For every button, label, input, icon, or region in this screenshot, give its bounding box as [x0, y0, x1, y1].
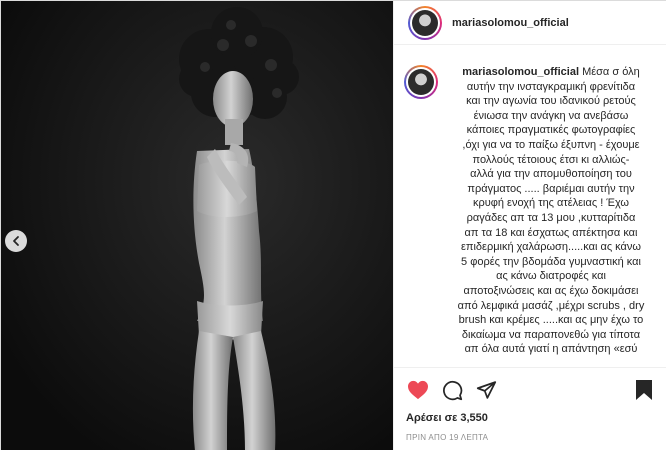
caption-line: απ όλα αυτά γιατί η απάντηση «εσύ: [464, 343, 638, 356]
caption-line: ας κάνω διατροφές και: [496, 270, 606, 283]
caption-line: πολλούς τέτοιους έτσι κι αλλιώς-: [472, 153, 630, 166]
avatar-ring: [406, 67, 436, 97]
post-side-panel: mariasolomou_official mariasolomou_offic…: [393, 1, 666, 450]
caption-line: ένιωσα την ανάγκη να ανεβάσω: [473, 109, 629, 122]
caption-line: και την αγωνία του ιδανικού ρετούς: [466, 95, 636, 108]
header-username[interactable]: mariasolomou_official: [452, 17, 569, 29]
caption-line: δικαίωμα να παραπονεθώ για τίποτα: [461, 328, 641, 341]
avatar-image: [408, 69, 434, 95]
post-header: mariasolomou_official: [394, 1, 666, 45]
caption-line: απ τα 18 και έσχατως απέκτησα και: [464, 226, 638, 239]
likes-count[interactable]: Αρέσει σε 3,550: [406, 412, 656, 424]
save-button[interactable]: [632, 378, 656, 402]
comment-button[interactable]: [440, 378, 464, 402]
caption-line: από λεμφικά μασάζ ,μέχρι scrubs , dry: [457, 299, 645, 312]
caption-line: κάποιες πραγματικές φωτογραφίες: [466, 124, 636, 137]
caption-line-first: mariasolomou_official Μέσα σ όλη: [448, 65, 654, 80]
caption-line: Μέσα σ όλη: [582, 66, 640, 78]
woman-photo-illustration: [1, 1, 393, 450]
post-actions: Αρέσει σε 3,550 ΠΡΙΝ ΑΠΟ 19 ΛΕΠΤΑ: [394, 367, 666, 442]
caption-line: 5 φορές την βδομάδα γυμναστική και: [461, 255, 641, 268]
caption-line: πράγματος ..... βαριέμαι αυτήν την: [467, 182, 635, 195]
chevron-left-icon: [13, 236, 19, 246]
caption-line: brush και κρέμες .....και ας μην έχω το: [458, 314, 644, 327]
previous-photo-button[interactable]: [5, 230, 27, 252]
caption-line: ,όχι για να το παίξω έξυπνη - έχουμε: [462, 138, 640, 151]
caption-username[interactable]: mariasolomou_official: [462, 66, 579, 78]
caption-avatar[interactable]: [404, 65, 438, 99]
post-timestamp[interactable]: ΠΡΙΝ ΑΠΟ 19 ΛΕΠΤΑ: [406, 433, 656, 442]
caption-line: αλλά για την απομυθοποίηση του: [470, 168, 632, 181]
instagram-post: mariasolomou_official mariasolomou_offic…: [0, 0, 666, 450]
share-icon: [476, 381, 496, 399]
caption-line: κρυφή ενοχή της ατέλειας ! Έχω: [472, 197, 630, 210]
share-button[interactable]: [474, 378, 498, 402]
caption-line: αυτήν την ινσταγκραμική φρενίτιδα: [466, 80, 636, 93]
action-icons-row: [406, 378, 656, 402]
avatar-ring: [410, 7, 440, 38]
like-button[interactable]: [406, 378, 430, 402]
caption-area: mariasolomou_official Μέσα σ όλη αυτήν τ…: [394, 55, 666, 367]
caption-line: ραγάδες απ τα 13 μου ,κυτταρίτιδα: [466, 211, 636, 224]
caption-line: επιδερμική χαλάρωση.....και ας κάνω: [461, 241, 641, 254]
caption-text: mariasolomou_official Μέσα σ όλη αυτήν τ…: [448, 65, 654, 367]
avatar[interactable]: [408, 5, 442, 40]
bookmark-icon: [636, 380, 652, 400]
comment-icon: [442, 380, 462, 400]
post-photo[interactable]: [1, 1, 393, 450]
avatar-image: [412, 9, 438, 36]
heart-icon: [408, 380, 428, 400]
caption-line: αποτοξινώσεις και ας έχω δοκιμάσει: [463, 284, 639, 297]
